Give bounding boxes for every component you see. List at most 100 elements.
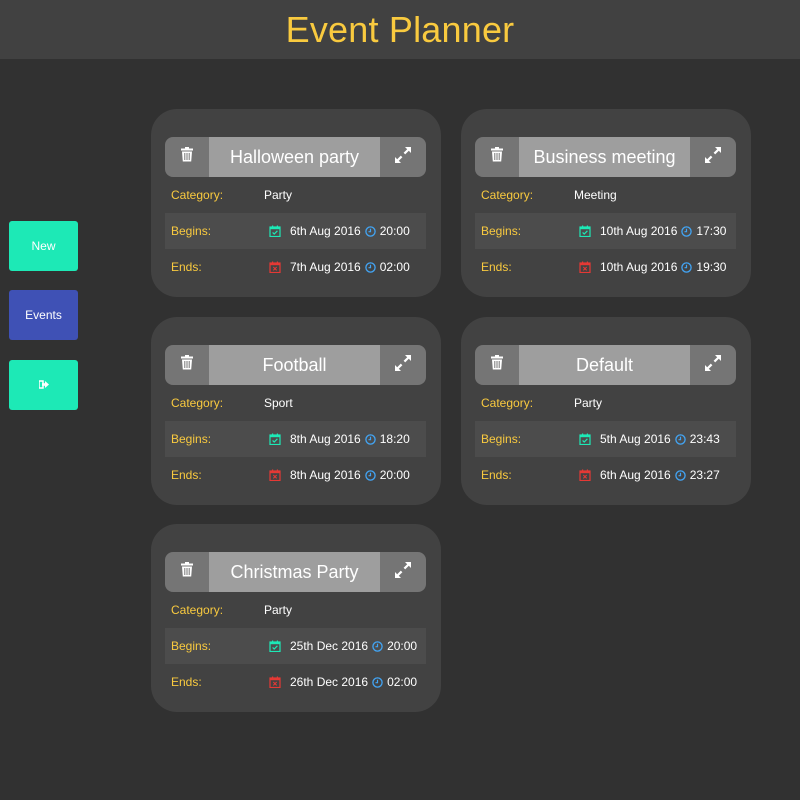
clock-icon	[372, 676, 383, 688]
event-title: Halloween party	[209, 137, 380, 177]
calendar-x-icon	[269, 676, 281, 688]
new-event-button[interactable]: New	[9, 221, 78, 271]
end-date: 6th Aug 2016	[600, 468, 671, 482]
expand-icon	[705, 354, 721, 376]
calendar-x-icon	[269, 469, 281, 481]
end-time: 20:00	[379, 468, 410, 482]
begin-time: 20:00	[379, 224, 410, 238]
expand-icon	[395, 354, 411, 376]
category-row: Category: Meeting	[475, 177, 736, 213]
category-row: Category: Party	[165, 177, 426, 213]
event-card: Christmas Party Category: Party Begins: …	[151, 524, 441, 712]
clock-icon	[674, 469, 686, 481]
calendar-x-icon	[269, 261, 281, 273]
calendar-check-icon	[269, 225, 281, 237]
logout-button[interactable]	[9, 360, 78, 410]
clock-icon	[364, 225, 376, 237]
trash-icon	[490, 355, 504, 375]
trash-icon	[490, 147, 504, 167]
clock-icon	[372, 640, 383, 652]
category-value: Party	[574, 396, 603, 410]
begin-date: 6th Aug 2016	[290, 224, 361, 238]
begin-date: 10th Aug 2016	[600, 224, 678, 238]
calendar-check-icon	[269, 640, 281, 652]
clock-icon	[681, 225, 693, 237]
begin-time: 20:00	[387, 639, 418, 653]
ends-label: Ends:	[171, 468, 202, 482]
event-card-header: Halloween party	[165, 137, 426, 177]
begins-label: Begins:	[481, 432, 522, 446]
end-date: 8th Aug 2016	[290, 468, 361, 482]
category-row: Category: Sport	[165, 385, 426, 421]
ends-row: Ends: 26th Dec 2016 02:00	[165, 664, 426, 700]
clock-icon	[364, 469, 376, 481]
event-title: Christmas Party	[209, 552, 380, 592]
trash-icon	[180, 355, 194, 375]
page-title: Event Planner	[285, 8, 515, 50]
event-card-header: Christmas Party	[165, 552, 426, 592]
event-card: Business meeting Category: Meeting Begin…	[461, 109, 751, 297]
expand-event-button[interactable]	[380, 345, 426, 385]
end-date: 7th Aug 2016	[290, 260, 361, 274]
event-title: Default	[519, 345, 690, 385]
end-time: 02:00	[379, 260, 410, 274]
begin-time: 17:30	[696, 224, 727, 238]
end-time: 19:30	[696, 260, 727, 274]
begins-label: Begins:	[171, 432, 212, 446]
event-card: Halloween party Category: Party Begins: …	[151, 109, 441, 297]
event-title: Business meeting	[519, 137, 690, 177]
calendar-check-icon	[579, 225, 591, 237]
category-value: Party	[264, 603, 293, 617]
calendar-check-icon	[579, 433, 591, 445]
expand-icon	[395, 561, 411, 583]
category-label: Category:	[171, 603, 224, 617]
begin-date: 5th Aug 2016	[600, 432, 671, 446]
category-label: Category:	[171, 396, 224, 410]
begins-label: Begins:	[171, 224, 212, 238]
begins-label: Begins:	[481, 224, 522, 238]
sign-out-icon	[37, 378, 49, 392]
begins-row: Begins: 25th Dec 2016 20:00	[165, 628, 426, 664]
delete-event-button[interactable]	[165, 345, 209, 385]
trash-icon	[180, 147, 194, 167]
begin-date: 8th Aug 2016	[290, 432, 361, 446]
clock-icon	[674, 433, 686, 445]
delete-event-button[interactable]	[475, 137, 519, 177]
delete-event-button[interactable]	[165, 137, 209, 177]
end-time: 02:00	[387, 675, 418, 689]
category-label: Category:	[481, 188, 534, 202]
begins-row: Begins: 8th Aug 2016 18:20	[165, 421, 426, 457]
ends-row: Ends: 7th Aug 2016 02:00	[165, 249, 426, 285]
category-value: Sport	[264, 396, 293, 410]
expand-event-button[interactable]	[380, 137, 426, 177]
expand-icon	[395, 146, 411, 168]
clock-icon	[364, 261, 376, 273]
end-date: 10th Aug 2016	[600, 260, 678, 274]
events-button[interactable]: Events	[9, 290, 78, 340]
app-header: Event Planner	[0, 0, 800, 59]
delete-event-button[interactable]	[475, 345, 519, 385]
begins-label: Begins:	[171, 639, 212, 653]
category-value: Meeting	[574, 188, 617, 202]
expand-icon	[705, 146, 721, 168]
ends-row: Ends: 8th Aug 2016 20:00	[165, 457, 426, 493]
delete-event-button[interactable]	[165, 552, 209, 592]
clock-icon	[364, 433, 376, 445]
begin-time: 18:20	[379, 432, 410, 446]
begin-time: 23:43	[689, 432, 720, 446]
category-label: Category:	[481, 396, 534, 410]
category-row: Category: Party	[475, 385, 736, 421]
category-label: Category:	[171, 188, 224, 202]
expand-event-button[interactable]	[690, 345, 736, 385]
expand-event-button[interactable]	[690, 137, 736, 177]
event-card: Football Category: Sport Begins: 8th Aug…	[151, 317, 441, 505]
calendar-x-icon	[579, 469, 591, 481]
begins-row: Begins: 5th Aug 2016 23:43	[475, 421, 736, 457]
ends-label: Ends:	[481, 260, 512, 274]
event-card-header: Football	[165, 345, 426, 385]
event-card-header: Default	[475, 345, 736, 385]
end-time: 23:27	[689, 468, 720, 482]
end-date: 26th Dec 2016	[290, 675, 369, 689]
expand-event-button[interactable]	[380, 552, 426, 592]
calendar-check-icon	[269, 433, 281, 445]
